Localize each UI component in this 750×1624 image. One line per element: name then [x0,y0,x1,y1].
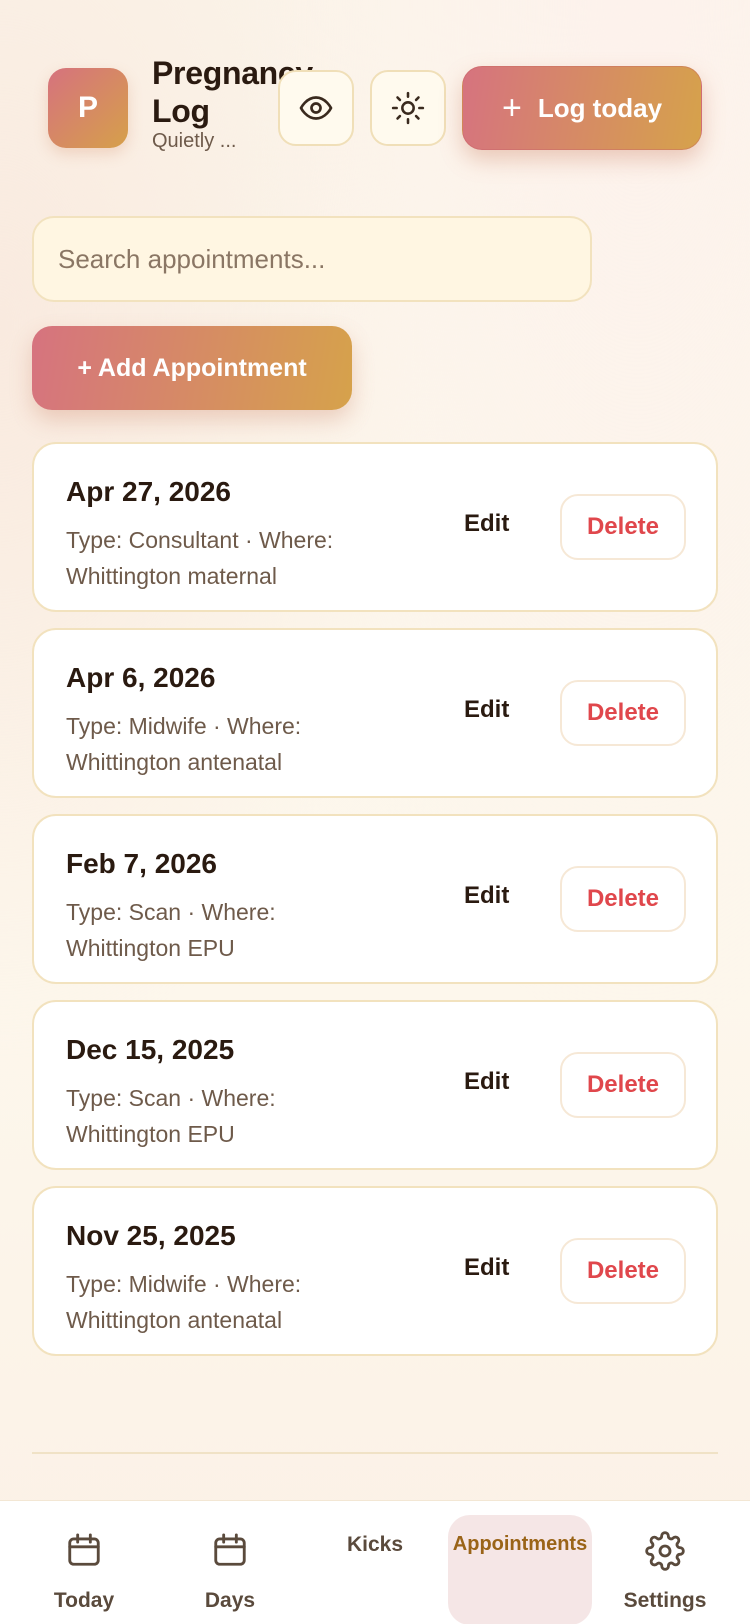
delete-button[interactable]: Delete [560,494,686,560]
bottom-nav: Today Days Kicks Appointments Settings [0,1500,750,1624]
calendar-icon [214,1533,246,1566]
edit-button[interactable]: Edit [464,882,509,910]
log-today-button[interactable]: + Log today [462,66,702,150]
app-avatar: P [48,68,128,148]
appointment-details: Type: Consultant · Where: Whittington ma… [66,527,334,589]
edit-button[interactable]: Edit [464,510,509,538]
appointment-card: Dec 15, 2025 Type: Scan · Where: Whittin… [32,1000,718,1170]
nav-tab-today[interactable]: Today [34,1501,134,1624]
app-header: P Pregnancy Log Quietly ... + Log today [48,55,726,152]
appointment-details: Type: Scan · Where: Whittington EPU [66,899,276,961]
search-input[interactable] [32,216,592,302]
edit-button[interactable]: Edit [464,1254,509,1282]
edit-button[interactable]: Edit [464,696,509,724]
sun-icon [391,91,425,125]
appointment-date: Apr 27, 2026 [66,476,231,507]
appointment-details: Type: Midwife · Where: Whittington anten… [66,1271,302,1333]
appointment-date: Feb 7, 2026 [66,848,217,879]
nav-label-days: Days [204,1589,256,1612]
app-subtitle: Quietly ... [152,130,237,152]
nav-label-settings: Settings [623,1589,707,1612]
plus-icon: + [501,89,522,127]
appointment-card: Apr 6, 2026 Type: Midwife · Where: Whitt… [32,628,718,798]
privacy-toggle-button[interactable] [278,70,354,146]
nav-label-kicks: Kicks [346,1533,404,1556]
appointment-date: Nov 25, 2025 [66,1220,236,1251]
theme-toggle-button[interactable] [370,70,446,146]
appointment-list: Apr 27, 2026 Type: Consultant · Where: W… [32,442,718,1372]
content-divider [32,1452,718,1454]
nav-tab-settings[interactable]: Settings [615,1501,715,1624]
delete-button[interactable]: Delete [560,866,686,932]
appointment-date: Dec 15, 2025 [66,1034,235,1065]
nav-label-appointments: Appointments [452,1533,588,1555]
calendar-icon [68,1533,100,1566]
nav-tab-kicks[interactable]: Kicks [325,1501,425,1624]
delete-button[interactable]: Delete [560,680,686,746]
appointment-card: Nov 25, 2025 Type: Midwife · Where: Whit… [32,1186,718,1356]
delete-button[interactable]: Delete [560,1238,686,1304]
edit-button[interactable]: Edit [464,1068,509,1096]
appointment-date: Apr 6, 2026 [66,662,216,693]
nav-tab-appointments[interactable]: Appointments [448,1515,592,1624]
add-appointment-button[interactable]: + Add Appointment [32,326,352,410]
log-today-label: Log today [537,92,663,123]
nav-tab-days[interactable]: Days [180,1501,280,1624]
delete-button[interactable]: Delete [560,1052,686,1118]
eye-icon [299,96,333,120]
appointment-card: Apr 27, 2026 Type: Consultant · Where: W… [32,442,718,612]
appointment-details: Type: Midwife · Where: Whittington anten… [66,713,302,775]
nav-label-today: Today [53,1589,115,1612]
appointment-card: Feb 7, 2026 Type: Scan · Where: Whitting… [32,814,718,984]
gear-icon [645,1531,685,1571]
appointment-details: Type: Scan · Where: Whittington EPU [66,1085,276,1147]
